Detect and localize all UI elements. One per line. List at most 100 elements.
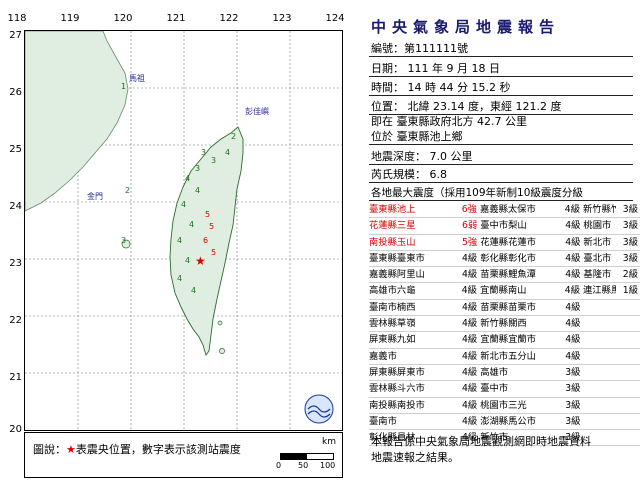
footer-line: 本報告係中央氣象局地震觀測網即時地震資料 bbox=[371, 435, 591, 448]
station-name: 澎湖縣馬公市 bbox=[480, 415, 536, 427]
table-row: 嘉義市 4級 新北市五分山 4級 bbox=[369, 349, 640, 365]
intensity-cell: 苗栗縣鯉魚潭 4級 bbox=[480, 267, 583, 282]
station-intensity: 3級 bbox=[565, 399, 581, 411]
station-intensity: 3級 bbox=[565, 415, 581, 427]
intensity-cell: 南投縣南投市 4級 bbox=[369, 398, 480, 413]
station-name: 連江縣馬祖 bbox=[583, 285, 616, 297]
station-name: 臺南市 bbox=[369, 415, 397, 427]
intensity-cell: 臺南市楠西 4級 bbox=[369, 300, 480, 315]
intensity-cell: 臺中市梨山 4級 bbox=[480, 218, 583, 233]
station-intensity bbox=[616, 349, 640, 364]
station-intensity: 2級 bbox=[622, 269, 638, 281]
intensity-cell: 新竹縣竹北市 3級 bbox=[583, 202, 640, 217]
table-row: 臺東縣池上 6強嘉義縣太保市 4級新竹縣竹北市 3級 bbox=[369, 202, 640, 219]
footer-line: 地震速報之結果。 bbox=[371, 451, 459, 464]
table-row: 南投縣玉山 5強 花蓮縣花蓮市 4級 新北市 3級 bbox=[369, 235, 640, 251]
table-row: 南投縣南投市 4級 桃園市三光 3級 bbox=[369, 398, 640, 414]
station-name: 雲林縣草嶺 bbox=[369, 318, 416, 330]
intensity-cell: 嘉義市 4級 bbox=[369, 349, 480, 364]
station-intensity: 4級 bbox=[565, 350, 581, 362]
lat-tick: 20 bbox=[9, 424, 22, 435]
station-name: 宜蘭縣南山 bbox=[479, 285, 527, 297]
station-intensity: 4級 bbox=[564, 285, 580, 297]
mainland-coast bbox=[24, 30, 129, 212]
orchid-island bbox=[219, 348, 225, 354]
table-row: 高雄市六龜 4級宜蘭縣南山 4級連江縣馬祖 1級 bbox=[369, 283, 640, 300]
intensity-cell: 新竹縣關西 4級 bbox=[480, 316, 583, 331]
intensity-header: 各地最大震度（採用109年新制10級震度分級 bbox=[369, 186, 633, 201]
scale-bar: km 0 50 100 bbox=[276, 437, 336, 475]
station-name: 臺北市 bbox=[583, 252, 612, 264]
intensity-cell: 臺中市 3級 bbox=[480, 381, 583, 396]
station-name: 嘉義縣阿里山 bbox=[369, 269, 425, 281]
station-name: 高雄市 bbox=[480, 366, 509, 378]
station-name: 桃園市 bbox=[583, 220, 612, 232]
report-footer: 本報告係中央氣象局地震觀測網即時地震資料 地震速報之結果。 bbox=[371, 434, 639, 466]
intensity-cell: 臺東縣臺東市 4級 bbox=[369, 251, 480, 266]
report-location: 位置： 北緯 23.14 度，東經 121.2 度 bbox=[369, 100, 633, 115]
station-intensity bbox=[616, 332, 640, 347]
station-name: 花蓮縣三星 bbox=[369, 220, 416, 232]
intensity-cell: 南投縣玉山 5強 bbox=[369, 235, 480, 250]
intensity-cell: 澎湖縣馬公市 3級 bbox=[480, 414, 583, 429]
green-island bbox=[217, 320, 223, 326]
intensity-mark: 4 bbox=[185, 256, 190, 265]
lat-tick: 24 bbox=[9, 201, 22, 212]
station-name: 新竹縣關西 bbox=[480, 318, 527, 330]
lat-tick: 21 bbox=[9, 372, 22, 383]
station-intensity: 4級 bbox=[461, 269, 478, 281]
place-label-kinmen: 金門 bbox=[87, 191, 103, 201]
station-intensity: 4級 bbox=[565, 236, 581, 248]
report-township: 位於 臺東縣池上鄉 bbox=[369, 130, 633, 145]
station-name: 嘉義縣太保市 bbox=[479, 204, 536, 215]
station-name: 臺東縣臺東市 bbox=[369, 252, 425, 264]
map-svg: 馬祖 彭佳嶼 金門 5 5 6 5 4 4 4 4 4 4 4 4 4 3 3 … bbox=[24, 30, 342, 430]
report-number-line: 編號：第111111號 bbox=[369, 42, 633, 57]
intensity-cell bbox=[583, 300, 640, 315]
station-intensity: 6強 bbox=[461, 204, 477, 215]
report-depth: 地震深度： 7.0 公里 bbox=[369, 150, 633, 165]
station-name: 新北市 bbox=[583, 236, 612, 248]
lat-tick: 23 bbox=[9, 258, 22, 269]
intensity-cell: 花蓮縣三星 6弱 bbox=[369, 218, 480, 233]
intensity-cell: 新北市五分山 4級 bbox=[480, 349, 583, 364]
intensity-cell: 嘉義縣太保市 4級 bbox=[480, 202, 583, 217]
station-name: 彰化縣彰化市 bbox=[480, 252, 536, 264]
intensity-cell: 桃園市 3級 bbox=[583, 218, 640, 233]
report-title: 中央氣象局地震報告 bbox=[371, 18, 561, 36]
intensity-cell: 宜蘭縣南山 4級 bbox=[480, 283, 583, 298]
intensity-cell bbox=[583, 332, 640, 347]
station-name bbox=[583, 365, 616, 380]
station-name: 臺中市梨山 bbox=[480, 220, 527, 232]
station-intensity: 4級 bbox=[565, 334, 581, 346]
intensity-cell: 彰化縣彰化市 4級 bbox=[480, 251, 583, 266]
intensity-cell bbox=[583, 414, 640, 429]
legend-star-icon: ★ bbox=[66, 443, 76, 456]
intensity-table: 臺東縣池上6強嘉義縣太保市4級新竹縣竹北市3級花蓮縣三星6弱臺中市梨山4級桃園市… bbox=[369, 202, 640, 447]
intensity-cell: 桃園市三光 3級 bbox=[480, 398, 583, 413]
cwb-logo bbox=[304, 394, 334, 424]
station-intensity: 3級 bbox=[622, 220, 638, 232]
intensity-mark: 4 bbox=[185, 174, 190, 183]
intensity-mark: 4 bbox=[191, 286, 196, 295]
table-row: 屏東縣屏東市 4級 高雄市 3級 bbox=[369, 365, 640, 382]
scale-unit: km bbox=[322, 437, 336, 447]
intensity-mark: 4 bbox=[225, 148, 230, 157]
station-intensity: 4級 bbox=[461, 318, 478, 330]
station-name: 苗栗縣鯉魚潭 bbox=[480, 269, 536, 281]
intensity-cell bbox=[583, 349, 640, 364]
station-name: 高雄市六龜 bbox=[369, 285, 416, 297]
station-intensity bbox=[616, 398, 640, 413]
table-row: 臺東縣臺東市 4級 彰化縣彰化市 4級 臺北市 3級 bbox=[369, 251, 640, 268]
table-row: 臺南市楠西 4級 苗栗縣苗栗市 4級 bbox=[369, 300, 640, 317]
station-intensity: 1級 bbox=[622, 285, 638, 297]
station-name: 南投縣玉山 bbox=[369, 236, 416, 248]
epicenter-star-icon: ★ bbox=[195, 254, 206, 268]
intensity-cell: 基隆市 2級 bbox=[583, 267, 640, 282]
intensity-map: 馬祖 彭佳嶼 金門 5 5 6 5 4 4 4 4 4 4 4 4 4 3 3 … bbox=[24, 30, 343, 431]
lat-tick: 27 bbox=[9, 30, 22, 41]
station-intensity: 5強 bbox=[461, 236, 478, 248]
station-intensity: 3級 bbox=[622, 204, 638, 215]
station-name: 花蓮縣花蓮市 bbox=[480, 236, 536, 248]
intensity-mark: 5 bbox=[205, 210, 210, 219]
